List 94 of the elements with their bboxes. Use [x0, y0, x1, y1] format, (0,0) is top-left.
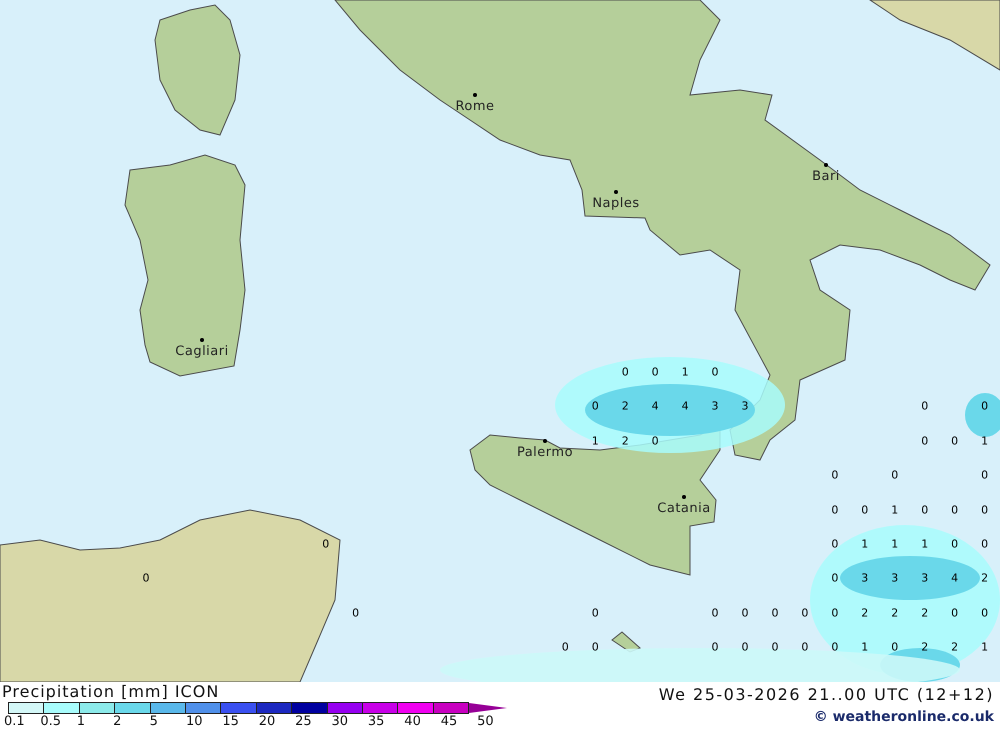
legend-label: 5	[150, 714, 159, 729]
precipitation-value: 0	[771, 642, 778, 653]
precipitation-value: 1	[981, 435, 988, 446]
precipitation-value: 4	[682, 400, 689, 412]
legend-label: 30	[332, 714, 350, 729]
precipitation-value: 0	[652, 366, 659, 378]
precipitation-value: 0	[951, 435, 958, 446]
precipitation-value: 0	[742, 642, 748, 653]
legend-label: 25	[295, 714, 313, 729]
city-dot-icon	[200, 338, 204, 342]
legend-label: 10	[186, 714, 204, 729]
precipitation-value: 2	[891, 607, 898, 618]
city-label: Naples	[592, 196, 640, 211]
precipitation-value: 1	[921, 538, 928, 550]
city-label: Bari	[812, 169, 840, 184]
precipitation-value: 0	[652, 435, 659, 446]
city-dot-icon	[614, 190, 618, 194]
precipitation-value: 1	[981, 642, 988, 653]
precipitation-value: 0	[142, 572, 150, 584]
precipitation-value: 0	[861, 504, 868, 516]
precipitation-value: 0	[592, 607, 599, 618]
precipitation-value: 4	[652, 400, 659, 412]
precipitation-value: 2	[622, 435, 629, 446]
city-dot-icon	[473, 93, 477, 97]
precipitation-value: 3	[712, 400, 719, 412]
precipitation-value: 0	[352, 607, 360, 618]
precipitation-value: 1	[891, 538, 898, 550]
precipitation-value: 0	[891, 470, 898, 481]
legend-label: 50	[477, 714, 495, 729]
city-dot-icon	[682, 495, 686, 499]
legend-label: 2	[113, 714, 122, 729]
legend-label: 40	[404, 714, 422, 729]
precipitation-value: 0	[712, 607, 719, 618]
legend-label: 0.5	[40, 714, 62, 729]
precipitation-value: 3	[921, 572, 928, 584]
precipitation-value: 1	[592, 435, 599, 446]
legend-label: 20	[258, 714, 276, 729]
precipitation-value: 0	[801, 642, 808, 653]
precipitation-value: 0	[801, 607, 808, 618]
precipitation-value: 0	[592, 642, 599, 653]
city-label: Rome	[455, 99, 495, 114]
legend-label: 35	[368, 714, 386, 729]
precipitation-value: 0	[981, 538, 988, 550]
precipitation-value: 0	[951, 504, 958, 516]
legend-label: 0.1	[4, 714, 26, 729]
precipitation-value: 0	[622, 366, 629, 378]
precipitation-value: 0	[831, 607, 838, 618]
precipitation-value: 2	[921, 607, 928, 618]
precipitation-value: 2	[921, 642, 928, 653]
precipitation-value: 0	[712, 366, 719, 378]
precipitation-value: 0	[951, 538, 958, 550]
precipitation-value: 0	[921, 400, 928, 412]
precipitation-value: 0	[831, 504, 838, 516]
precipitation-value: 2	[622, 400, 629, 412]
precipitation-value: 0	[921, 435, 928, 446]
precipitation-value: 2	[981, 572, 988, 584]
precipitation-value: 0	[981, 400, 988, 412]
precipitation-value: 3	[742, 400, 748, 412]
precipitation-value: 0	[891, 642, 898, 653]
precipitation-value: 0	[712, 642, 719, 653]
precipitation-value: 0	[322, 538, 330, 550]
legend-label: 1	[76, 714, 86, 729]
precipitation-value: 3	[891, 572, 898, 584]
precipitation-value: 0	[562, 642, 569, 653]
precipitation-value: 0	[981, 607, 988, 618]
precipitation-value: 0	[981, 504, 988, 516]
precipitation-value: 3	[861, 572, 868, 584]
city-label: Palermo	[516, 445, 574, 460]
precipitation-value: 2	[951, 642, 958, 653]
precipitation-value: 0	[831, 642, 838, 653]
valid-time: We 25-03-2026 21..00 UTC (12+12)	[658, 684, 994, 706]
precipitation-value: 0	[592, 400, 599, 412]
city-dot-icon	[543, 439, 547, 443]
precipitation-value: 2	[861, 607, 868, 618]
precipitation-value: 1	[861, 538, 868, 550]
precipitation-value: 1	[861, 642, 868, 653]
legend-label: 45	[440, 714, 458, 729]
precipitation-value: 0	[831, 470, 838, 481]
precipitation-value: 0	[831, 572, 838, 584]
precipitation-value: 4	[951, 572, 958, 584]
city-label: Catania	[657, 501, 711, 516]
precipitation-value: 0	[981, 470, 988, 481]
precipitation-value: 0	[831, 538, 838, 550]
precipitation-value: 0	[951, 607, 958, 618]
credit-text: © weatheronline.co.uk	[814, 708, 994, 727]
legend-title: Precipitation [mm] ICON	[2, 682, 220, 702]
precipitation-value: 0	[921, 504, 928, 516]
legend-label: 15	[222, 714, 240, 729]
precipitation-value: 0	[771, 607, 778, 618]
precipitation-value: 0	[742, 607, 748, 618]
precipitation-value: 1	[891, 504, 898, 516]
city-label: Cagliari	[175, 344, 229, 359]
city-dot-icon	[824, 163, 828, 167]
precipitation-value: 1	[682, 366, 689, 378]
